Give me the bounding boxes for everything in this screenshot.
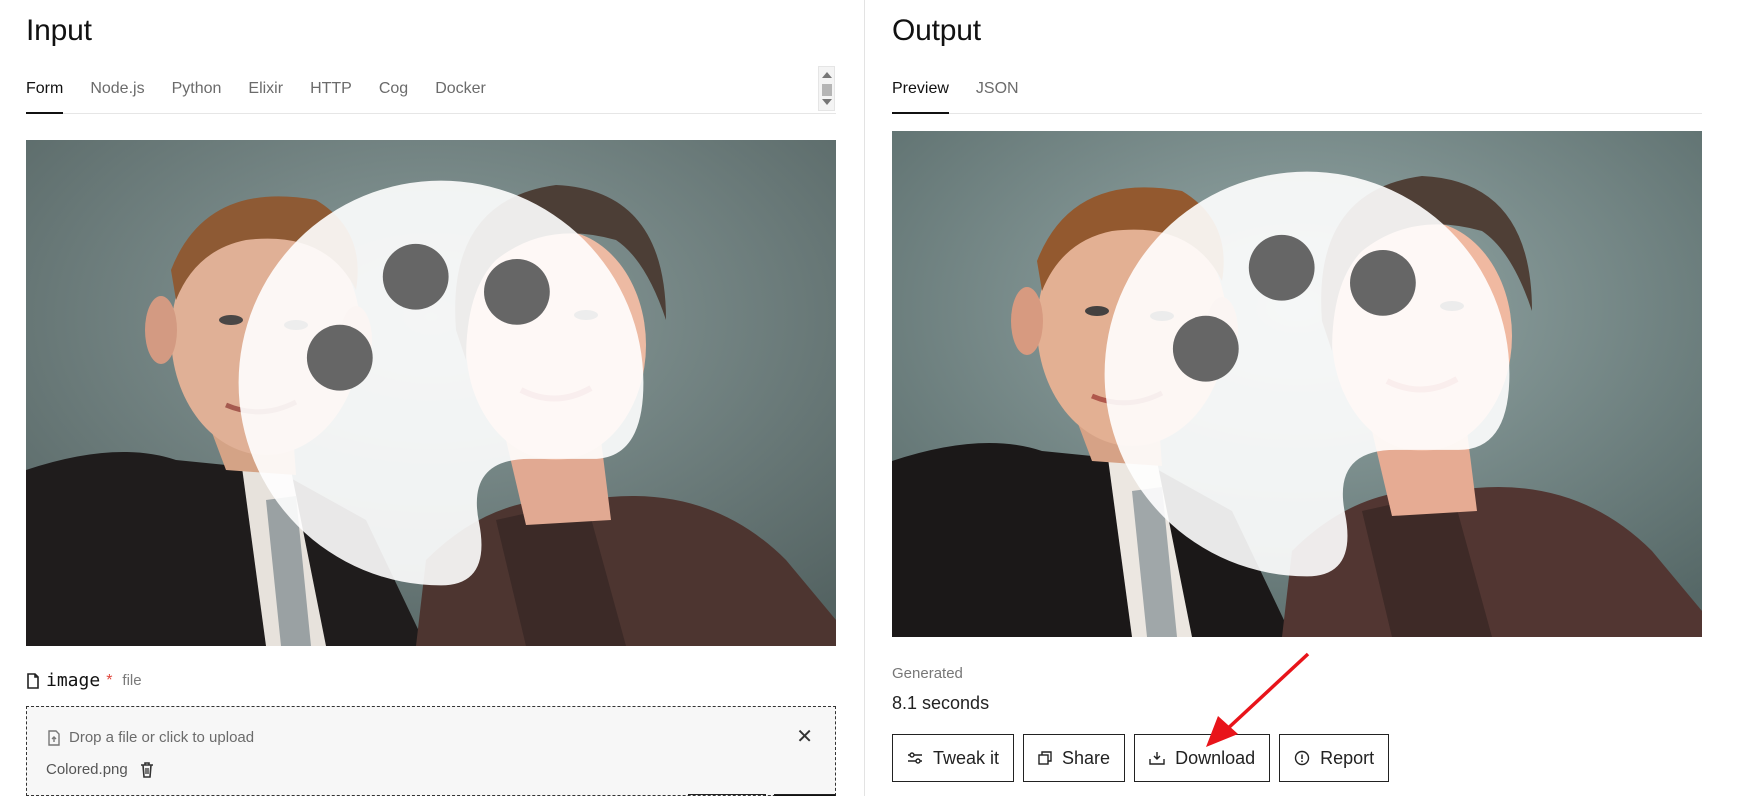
tab-docker[interactable]: Docker [435, 74, 486, 114]
uploaded-file: Colored.png [46, 761, 154, 778]
input-title: Input [26, 14, 92, 47]
scroll-up-icon[interactable] [822, 72, 832, 78]
copy-icon [1038, 751, 1052, 765]
download-label: Download [1175, 747, 1256, 768]
generated-time: 8.1 seconds [892, 693, 990, 713]
tabs-scrollbar[interactable] [818, 66, 835, 111]
annotation-arrow [1206, 652, 1310, 747]
scroll-down-icon[interactable] [822, 99, 832, 105]
palette-icon [1104, 171, 1510, 577]
input-tabs: Form Node.js Python Elixir HTTP Cog Dock… [26, 74, 836, 114]
tweak-it-label: Tweak it [933, 747, 1000, 768]
tab-http[interactable]: HTTP [310, 74, 352, 114]
tab-python[interactable]: Python [172, 74, 222, 114]
tab-elixir[interactable]: Elixir [248, 74, 283, 114]
download-icon [1149, 752, 1165, 765]
tweak-it-button[interactable]: Tweak it [892, 734, 1015, 782]
output-title: Output [892, 14, 981, 47]
required-marker: * [106, 671, 113, 689]
tab-form[interactable]: Form [26, 74, 64, 114]
input-panel: Input Form Node.js Python Elixir HTTP Co… [0, 0, 864, 796]
output-image-preview [892, 131, 1702, 637]
field-name: image [46, 670, 101, 691]
uploaded-filename: Colored.png [46, 761, 128, 778]
share-label: Share [1062, 747, 1111, 768]
trash-icon[interactable] [140, 761, 154, 778]
palette-icon [238, 180, 644, 586]
output-tabs: Preview JSON [892, 74, 1702, 114]
dropzone-hint-text: Drop a file or click to upload [69, 729, 255, 746]
dropzone-hint[interactable]: Drop a file or click to upload [47, 729, 254, 746]
close-icon[interactable]: ✕ [796, 727, 813, 747]
report-label: Report [1320, 747, 1375, 768]
input-image-preview [26, 140, 836, 646]
file-icon [27, 672, 39, 689]
panel-divider [864, 0, 865, 796]
file-dropzone[interactable]: Drop a file or click to upload ✕ Colored… [26, 706, 836, 796]
field-type: file [122, 672, 142, 689]
image-field-label: image * file [26, 670, 142, 691]
tab-nodejs[interactable]: Node.js [90, 74, 144, 114]
upload-file-icon [48, 729, 60, 746]
sliders-icon [908, 752, 922, 764]
generated-label: Generated [892, 665, 963, 682]
scroll-thumb[interactable] [822, 84, 832, 96]
share-button[interactable]: Share [1023, 734, 1126, 782]
alert-circle-icon [1294, 750, 1310, 766]
tab-preview[interactable]: Preview [892, 74, 949, 114]
tab-cog[interactable]: Cog [379, 74, 408, 114]
tab-json[interactable]: JSON [976, 74, 1019, 114]
